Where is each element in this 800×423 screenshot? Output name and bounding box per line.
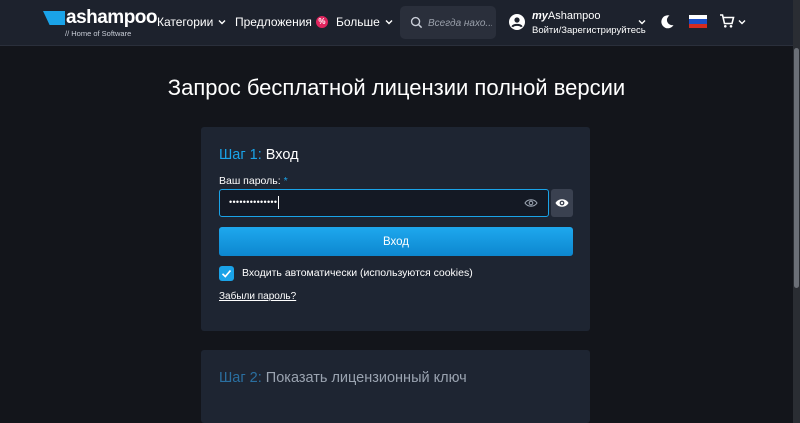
account-brand-name: Ashampoo xyxy=(547,10,601,22)
text-caret xyxy=(278,196,280,209)
moon-icon[interactable] xyxy=(659,14,675,30)
user-icon xyxy=(509,14,525,30)
required-mark: * xyxy=(283,175,288,187)
nav-categories-label: Категории xyxy=(157,15,214,29)
account-brand-prefix: my xyxy=(532,10,548,22)
remember-me[interactable]: Входить автоматически (используются cook… xyxy=(219,265,473,281)
account-brand: myAshampoo xyxy=(532,10,601,22)
step1-number: Шаг 1: xyxy=(219,147,262,163)
scrollbar[interactable] xyxy=(793,0,800,423)
login-button[interactable]: Вход xyxy=(219,227,573,256)
eye-icon[interactable] xyxy=(524,198,538,208)
sale-badge: % xyxy=(315,16,328,28)
step2-heading: Шаг 2: Показать лицензионный ключ xyxy=(219,370,467,386)
checkmark-icon xyxy=(221,269,232,278)
logo-tagline: // Home of Software xyxy=(65,29,132,38)
show-password-button[interactable] xyxy=(551,189,573,217)
step2-title: Показать лицензионный ключ xyxy=(265,370,467,386)
eye-icon xyxy=(555,199,569,207)
ashampoo-logo[interactable]: ashampoo // Home of Software xyxy=(43,7,158,39)
login-register-link[interactable]: Войти/Зарегистрируйтесь xyxy=(532,25,646,36)
search-input[interactable] xyxy=(428,15,492,31)
logo-mark-icon xyxy=(43,11,65,25)
page-title: Запрос бесплатной лицензии полной версии xyxy=(167,75,626,100)
chevron-down-icon xyxy=(638,20,646,25)
logo-name: ashampoo xyxy=(66,7,158,28)
chevron-down-icon[interactable] xyxy=(737,17,747,27)
scrollbar-thumb[interactable] xyxy=(794,48,799,288)
cart-icon[interactable] xyxy=(719,13,735,29)
search-icon xyxy=(410,16,423,29)
remember-checkbox[interactable] xyxy=(219,265,234,281)
nav-offers-label: Предложения xyxy=(235,15,312,29)
account-menu[interactable]: myAshampoo Войти/Зарегистрируйтесь xyxy=(509,10,649,38)
nav-categories[interactable]: Категории xyxy=(157,15,227,29)
password-mask: •••••••••••••• xyxy=(229,196,278,207)
chevron-down-icon xyxy=(218,20,226,25)
step1-heading: Шаг 1: Вход xyxy=(219,147,299,163)
password-label: Ваш пароль: * xyxy=(219,175,288,187)
password-field[interactable]: •••••••••••••• xyxy=(219,189,549,217)
nav-more[interactable]: Больше xyxy=(336,15,394,29)
password-value: •••••••••••••• xyxy=(229,196,280,209)
step1-card: Шаг 1: Вход Ваш пароль: * ••••••••••••••… xyxy=(201,127,590,331)
russia-flag-icon[interactable] xyxy=(689,15,707,28)
site-header: ashampoo // Home of Software Категории П… xyxy=(0,0,800,46)
search-box[interactable] xyxy=(400,6,496,39)
forgot-password-link[interactable]: Забыли пароль? xyxy=(219,291,296,302)
nav-offers[interactable]: Предложения % xyxy=(235,15,328,29)
step2-card: Шаг 2: Показать лицензионный ключ xyxy=(201,350,590,423)
password-label-text: Ваш пароль: xyxy=(219,175,281,187)
nav-more-label: Больше xyxy=(336,15,380,29)
step1-title: Вход xyxy=(265,147,299,163)
step2-number: Шаг 2: xyxy=(219,370,262,386)
remember-label: Входить автоматически (используются cook… xyxy=(242,267,473,279)
chevron-down-icon xyxy=(385,20,393,25)
